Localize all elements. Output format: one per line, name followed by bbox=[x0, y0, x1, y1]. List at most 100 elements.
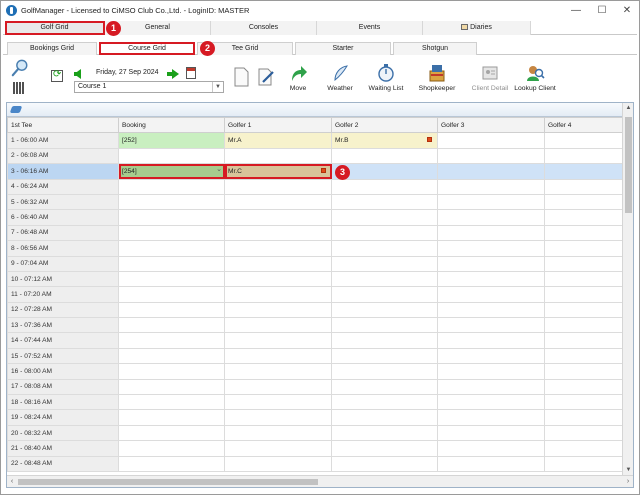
course-dropdown[interactable]: Course 1 ▼ bbox=[74, 81, 224, 93]
table-row[interactable]: 17 - 08:08 AM bbox=[7, 378, 624, 396]
tab-bookings-grid[interactable]: Bookings Grid bbox=[7, 42, 97, 55]
golfer-cell[interactable] bbox=[224, 409, 332, 426]
shopkeeper-button[interactable]: Shopkeeper bbox=[414, 63, 460, 99]
tee-time-cell[interactable]: 4 - 06:24 AM bbox=[7, 178, 119, 195]
weather-button[interactable]: Weather bbox=[317, 63, 363, 99]
blank-document-icon[interactable] bbox=[232, 67, 250, 87]
golfer-cell[interactable] bbox=[331, 317, 438, 334]
golfer-cell[interactable] bbox=[544, 455, 624, 472]
golfer-cell[interactable] bbox=[437, 209, 545, 226]
golfer-cell[interactable] bbox=[224, 255, 332, 272]
table-row[interactable]: 1 - 06:00 AM [252] Mr.A Mr.B bbox=[7, 132, 624, 149]
tee-time-cell[interactable]: 9 - 07:04 AM bbox=[7, 255, 119, 272]
booking-cell[interactable] bbox=[118, 363, 225, 380]
tee-time-cell[interactable]: 20 - 08:32 AM bbox=[7, 424, 119, 442]
minimize-button[interactable]: — bbox=[566, 4, 586, 18]
golfer-cell[interactable] bbox=[544, 424, 624, 442]
golfer-cell[interactable] bbox=[331, 286, 438, 303]
booking-cell[interactable] bbox=[118, 224, 225, 242]
tee-time-cell[interactable]: 13 - 07:36 AM bbox=[7, 317, 119, 334]
golfer-cell[interactable] bbox=[544, 301, 624, 319]
booking-cell[interactable] bbox=[118, 286, 225, 303]
scroll-right-icon[interactable]: › bbox=[623, 476, 633, 488]
booking-cell[interactable]: [254] ⌄ bbox=[118, 163, 225, 180]
tab-starter[interactable]: Starter bbox=[295, 42, 391, 55]
calendar-icon[interactable] bbox=[186, 67, 196, 79]
booking-cell[interactable] bbox=[118, 255, 225, 272]
booking-cell[interactable] bbox=[118, 347, 225, 365]
tab-golf-grid[interactable]: Golf Grid bbox=[5, 21, 105, 35]
golfer-cell[interactable] bbox=[224, 286, 332, 303]
table-row[interactable]: 7 - 06:48 AM bbox=[7, 224, 624, 242]
booking-cell[interactable] bbox=[118, 270, 225, 288]
refresh-icon[interactable] bbox=[51, 69, 63, 82]
golfer-cell[interactable] bbox=[437, 224, 545, 242]
golfer-cell[interactable] bbox=[224, 147, 332, 165]
golfer-cell[interactable] bbox=[331, 378, 438, 396]
table-row[interactable]: 14 - 07:44 AM bbox=[7, 332, 624, 349]
golfer-cell[interactable] bbox=[224, 270, 332, 288]
table-row[interactable]: 9 - 07:04 AM bbox=[7, 255, 624, 272]
golfer-cell[interactable] bbox=[224, 424, 332, 442]
golfer-cell[interactable] bbox=[544, 286, 624, 303]
golfer-cell[interactable] bbox=[224, 178, 332, 195]
col-header-golfer-1[interactable]: Golfer 1 bbox=[224, 116, 332, 134]
horizontal-scrollbar[interactable]: ‹ › bbox=[7, 475, 633, 487]
golfer-cell[interactable] bbox=[437, 440, 545, 457]
golfer-cell[interactable] bbox=[544, 440, 624, 457]
tee-time-cell[interactable]: 11 - 07:20 AM bbox=[7, 286, 119, 303]
table-row[interactable]: 20 - 08:32 AM bbox=[7, 424, 624, 442]
booking-cell[interactable] bbox=[118, 301, 225, 319]
eraser-icon[interactable] bbox=[9, 106, 23, 113]
table-row[interactable]: 11 - 07:20 AM bbox=[7, 286, 624, 303]
tab-course-grid[interactable]: Course Grid bbox=[99, 42, 195, 55]
table-row[interactable]: 22 - 08:48 AM bbox=[7, 455, 624, 472]
tee-time-cell[interactable]: 5 - 06:32 AM bbox=[7, 193, 119, 211]
golfer-cell[interactable] bbox=[544, 363, 624, 380]
golfer-cell[interactable] bbox=[331, 209, 438, 226]
table-row[interactable]: 6 - 06:40 AM bbox=[7, 209, 624, 226]
golfer-cell[interactable] bbox=[437, 301, 545, 319]
golfer-cell[interactable] bbox=[544, 147, 624, 165]
chevron-down-icon[interactable]: ⌄ bbox=[216, 165, 222, 173]
golfer-cell[interactable] bbox=[331, 455, 438, 472]
vertical-scroll-thumb[interactable] bbox=[625, 117, 632, 213]
golfer-cell[interactable] bbox=[331, 270, 438, 288]
qr-code-icon[interactable] bbox=[13, 82, 25, 94]
golfer-cell[interactable] bbox=[544, 224, 624, 242]
booking-cell[interactable] bbox=[118, 209, 225, 226]
table-row[interactable]: 21 - 08:40 AM bbox=[7, 440, 624, 457]
tee-time-cell[interactable]: 12 - 07:28 AM bbox=[7, 301, 119, 319]
edit-document-icon[interactable] bbox=[257, 67, 275, 87]
golfer-cell[interactable] bbox=[437, 270, 545, 288]
tab-diaries[interactable]: Diaries bbox=[423, 21, 531, 35]
horizontal-scroll-thumb[interactable] bbox=[18, 479, 318, 485]
golfer-cell[interactable]: Mr.C bbox=[224, 163, 332, 180]
booking-cell[interactable] bbox=[118, 332, 225, 349]
close-button[interactable]: ✕ bbox=[617, 4, 637, 18]
golfer-cell[interactable] bbox=[437, 317, 545, 334]
golfer-cell[interactable] bbox=[224, 363, 332, 380]
golfer-cell[interactable] bbox=[437, 378, 545, 396]
tee-time-cell[interactable]: 16 - 08:00 AM bbox=[7, 363, 119, 380]
golfer-cell[interactable] bbox=[437, 240, 545, 257]
golfer-cell[interactable] bbox=[331, 409, 438, 426]
golfer-cell[interactable] bbox=[437, 132, 545, 149]
golfer-cell[interactable] bbox=[331, 332, 438, 349]
golfer-cell[interactable] bbox=[331, 363, 438, 380]
booking-cell[interactable] bbox=[118, 455, 225, 472]
golfer-cell[interactable] bbox=[544, 132, 624, 149]
golfer-cell[interactable] bbox=[224, 332, 332, 349]
golfer-cell[interactable] bbox=[544, 193, 624, 211]
golfer-cell[interactable] bbox=[331, 147, 438, 165]
golfer-cell[interactable] bbox=[224, 347, 332, 365]
tee-time-cell[interactable]: 18 - 08:16 AM bbox=[7, 394, 119, 411]
client-detail-button[interactable]: Client Detail bbox=[467, 63, 513, 99]
tee-time-cell[interactable]: 10 - 07:12 AM bbox=[7, 270, 119, 288]
golfer-cell[interactable] bbox=[224, 301, 332, 319]
golfer-cell[interactable] bbox=[544, 409, 624, 426]
golfer-cell[interactable] bbox=[331, 301, 438, 319]
next-day-arrow-icon[interactable] bbox=[167, 69, 179, 79]
tee-time-cell[interactable]: 17 - 08:08 AM bbox=[7, 378, 119, 396]
maximize-button[interactable]: ☐ bbox=[592, 4, 612, 18]
